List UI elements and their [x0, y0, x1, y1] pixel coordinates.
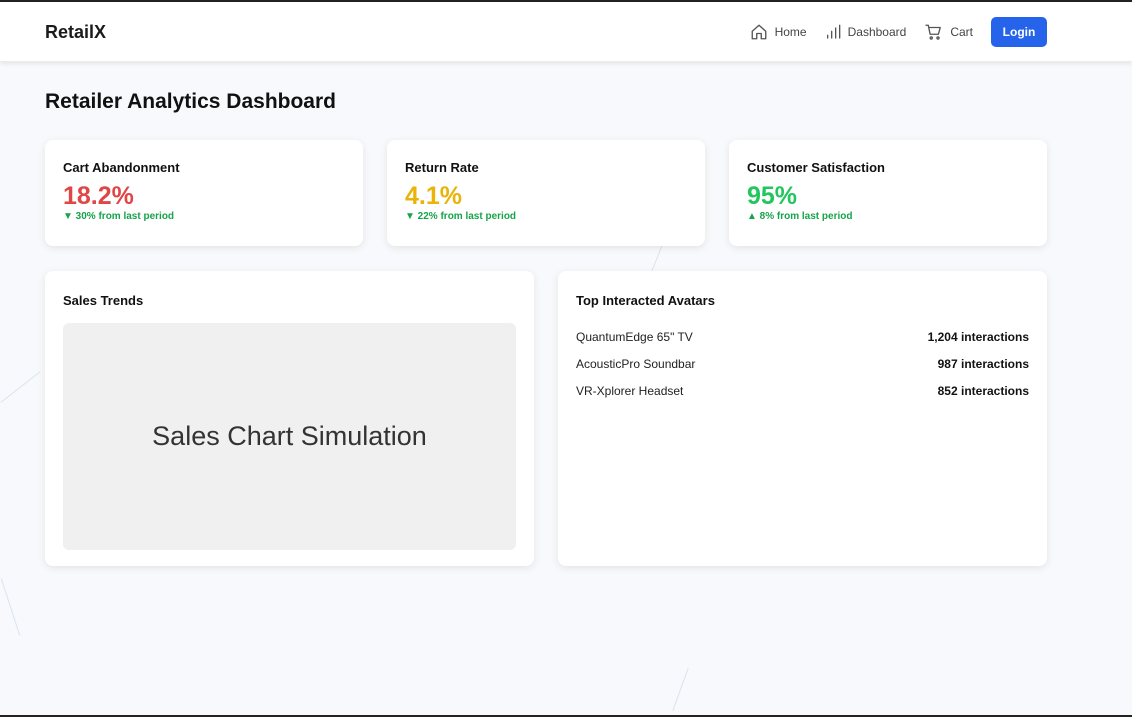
- sales-trends-card: Sales Trends Sales Chart Simulation: [45, 271, 534, 566]
- kpi-card-cart-abandonment: Cart Abandonment 18.2% ▼ 30% from last p…: [45, 140, 363, 246]
- sales-chart-placeholder: Sales Chart Simulation: [63, 323, 516, 550]
- avatar-name: VR-Xplorer Headset: [576, 383, 684, 398]
- avatar-count: 1,204 interactions: [927, 329, 1029, 344]
- avatar-count: 852 interactions: [937, 383, 1029, 398]
- list-item: AcousticPro Soundbar 987 interactions: [576, 350, 1029, 377]
- card-title: Sales Trends: [63, 293, 144, 308]
- kpi-value: 18.2%: [63, 182, 134, 210]
- kpi-value: 95%: [747, 182, 798, 210]
- kpi-card-return-rate: Return Rate 4.1% ▼ 22% from last period: [387, 140, 705, 246]
- top-navbar: RetailX Home Dashboard Cart Login: [0, 2, 1132, 62]
- background-line: [672, 668, 689, 711]
- top-avatars-card: Top Interacted Avatars QuantumEdge 65" T…: [558, 271, 1047, 566]
- kpi-change: ▼ 30% from last period: [63, 211, 175, 222]
- kpi-title: Customer Satisfaction: [747, 160, 885, 175]
- cart-icon: [925, 24, 942, 40]
- background-line: [651, 242, 664, 272]
- bar-chart-icon: [826, 24, 840, 39]
- card-title: Top Interacted Avatars: [576, 293, 715, 308]
- kpi-value: 4.1%: [405, 182, 462, 210]
- nav-home[interactable]: Home: [750, 23, 807, 41]
- avatar-list: QuantumEdge 65" TV 1,204 interactions Ac…: [576, 323, 1029, 404]
- home-icon: [751, 24, 767, 40]
- kpi-change: ▲ 8% from last period: [747, 211, 853, 222]
- kpi-card-customer-satisfaction: Customer Satisfaction 95% ▲ 8% from last…: [729, 140, 1047, 246]
- nav-dashboard-label: Dashboard: [847, 25, 907, 39]
- nav-dashboard[interactable]: Dashboard: [825, 24, 907, 40]
- main-nav: Home Dashboard Cart Login: [732, 17, 1047, 47]
- list-item: QuantumEdge 65" TV 1,204 interactions: [576, 323, 1029, 350]
- background-line: [0, 371, 41, 403]
- app-frame: RetailX Home Dashboard Cart Login Retail…: [0, 0, 1132, 717]
- avatar-name: QuantumEdge 65" TV: [576, 329, 693, 344]
- kpi-title: Return Rate: [405, 160, 479, 175]
- brand-logo[interactable]: RetailX: [45, 22, 106, 43]
- list-item: VR-Xplorer Headset 852 interactions: [576, 377, 1029, 404]
- background-line: [0, 578, 21, 636]
- page-title: Retailer Analytics Dashboard: [45, 90, 336, 113]
- avatar-name: AcousticPro Soundbar: [576, 356, 696, 371]
- nav-cart[interactable]: Cart: [924, 23, 973, 41]
- avatar-count: 987 interactions: [937, 356, 1029, 371]
- login-button[interactable]: Login: [991, 17, 1047, 47]
- kpi-change: ▼ 22% from last period: [405, 211, 517, 222]
- kpi-title: Cart Abandonment: [63, 160, 180, 175]
- nav-home-label: Home: [774, 25, 807, 39]
- nav-cart-label: Cart: [950, 25, 973, 39]
